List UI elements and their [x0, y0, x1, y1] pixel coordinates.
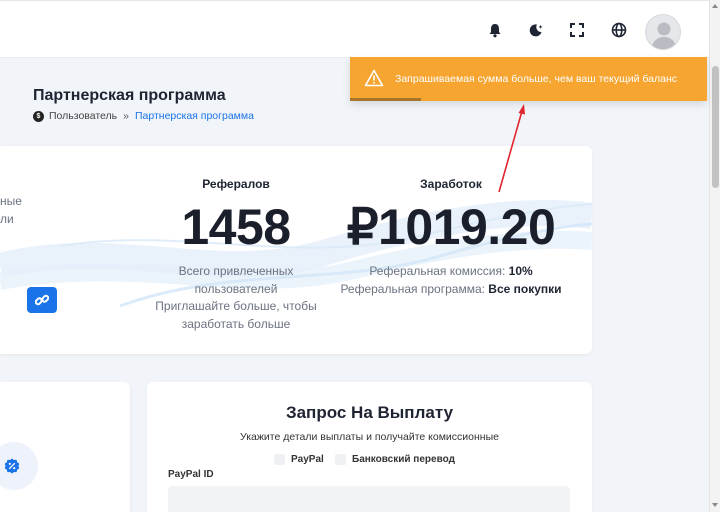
method-paypal[interactable]: PayPal — [274, 454, 324, 465]
referrals-desc-line: Приглашайте больше, чтобы — [155, 299, 317, 313]
toast-message: Запрашиваемая сумма больше, чем ваш теку… — [395, 73, 678, 85]
referrals-description: Всего привлеченных пользователей Приглаш… — [146, 263, 326, 333]
discount-badge-icon — [4, 458, 20, 474]
paypal-id-input[interactable] — [168, 486, 570, 512]
program-label: Реферальная программа: — [340, 281, 485, 296]
scrollbar[interactable] — [709, 0, 720, 512]
earnings-value: ₽1019.20 — [346, 199, 556, 255]
breadcrumb-current[interactable]: Партнерская программа — [135, 110, 254, 122]
referrals-desc-line: пользователей — [194, 281, 278, 296]
breadcrumb: $ Пользователь » Партнерская программа — [33, 110, 254, 122]
payout-title: Запрос На Выплату — [285, 403, 454, 422]
warning-toast[interactable]: Запрашиваемая сумма больше, чем ваш теку… — [350, 57, 707, 101]
fullscreen-icon[interactable] — [568, 21, 586, 39]
badge-circle — [0, 442, 38, 490]
referrals-desc-line: Всего привлеченных — [178, 264, 294, 278]
toast-progress-bar — [350, 98, 422, 101]
page-title: Партнерская программа — [33, 87, 226, 104]
dollar-icon: $ — [33, 110, 44, 122]
link-icon — [35, 294, 49, 306]
method-bank-transfer[interactable]: Банковский перевод — [335, 454, 455, 465]
bank-transfer-radio[interactable] — [335, 454, 346, 465]
referrals-label: Рефералов — [202, 177, 270, 191]
scroll-down-icon[interactable] — [712, 503, 718, 507]
bell-icon[interactable] — [486, 21, 504, 39]
breadcrumb-separator: » — [123, 110, 129, 122]
scrollbar-thumb[interactable] — [712, 66, 719, 188]
payout-subtitle: Укажите детали выплаты и получайте комис… — [240, 431, 499, 443]
referrals-value: 1458 — [181, 199, 291, 255]
earnings-details: Реферальная комиссия: 10% Реферальная пр… — [321, 263, 581, 298]
commission-value: 10% — [508, 264, 533, 278]
stats-left-text-1: ные — [0, 194, 22, 208]
top-bar — [0, 0, 709, 58]
user-avatar[interactable] — [645, 14, 681, 50]
method-paypal-label: PayPal — [291, 454, 324, 465]
paypal-radio[interactable] — [274, 454, 285, 465]
commission-label: Реферальная комиссия: — [369, 264, 506, 278]
warning-icon — [364, 69, 384, 87]
globe-icon[interactable] — [610, 21, 628, 39]
payout-request-card: Запрос На Выплату Укажите детали выплаты… — [147, 382, 592, 512]
scroll-up-icon[interactable] — [712, 4, 718, 8]
method-bank-label: Банковский перевод — [352, 454, 455, 465]
moon-icon[interactable] — [527, 21, 545, 39]
left-info-card — [0, 382, 130, 512]
referral-stats-card: ные ли Рефералов 1458 Всего привлеченных… — [0, 146, 592, 354]
program-value: Все покупки — [488, 281, 562, 296]
earnings-label: Заработок — [420, 177, 482, 191]
referrals-desc-line: заработать больше — [181, 316, 291, 331]
stats-left-text-2: ли — [0, 212, 14, 226]
copy-link-button[interactable] — [27, 287, 57, 313]
breadcrumb-root[interactable]: Пользователь — [49, 110, 117, 122]
paypal-id-label: PayPal ID — [168, 469, 214, 480]
